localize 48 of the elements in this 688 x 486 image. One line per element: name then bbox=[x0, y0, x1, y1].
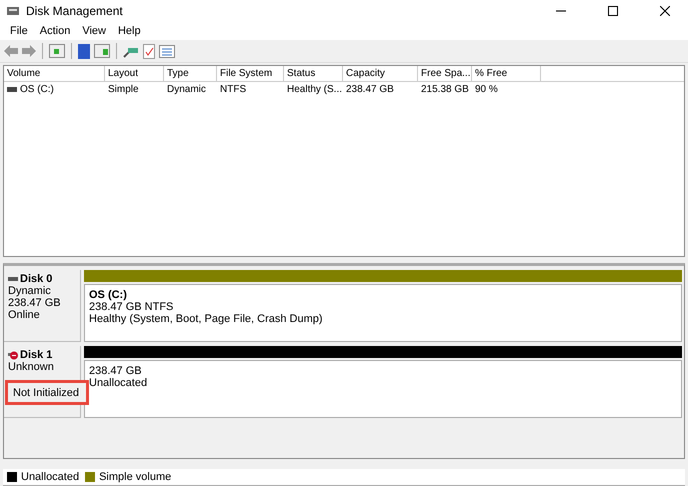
column-header[interactable]: Status bbox=[284, 66, 343, 81]
drive-icon bbox=[7, 87, 17, 92]
disk-drive-icon bbox=[6, 5, 20, 17]
properties-icon[interactable] bbox=[94, 44, 110, 58]
forward-arrow-icon[interactable] bbox=[22, 45, 36, 57]
list-icon[interactable] bbox=[159, 44, 175, 58]
menu-item[interactable]: File bbox=[4, 25, 34, 37]
partition-detail: 238.47 GB NTFS bbox=[89, 301, 174, 313]
table-cell-text: 238.47 GB bbox=[345, 83, 395, 97]
close-icon bbox=[660, 6, 670, 16]
disk-detail: 238.47 GB bbox=[8, 297, 62, 309]
disk-error-icon bbox=[8, 350, 18, 360]
console-tree-icon[interactable] bbox=[49, 44, 65, 58]
legend-label: Simple volume bbox=[99, 471, 172, 483]
disk-detail: Online bbox=[8, 309, 41, 321]
disk-detail: Unknown bbox=[8, 361, 55, 373]
partition-detail: Healthy (System, Boot, Page File, Crash Dump) bbox=[89, 313, 324, 325]
menu-item[interactable]: Help bbox=[112, 25, 147, 37]
table-cell-text: 215.38 GB bbox=[420, 83, 470, 97]
window-title: Disk Management bbox=[26, 4, 123, 18]
table-cell-text: Dynamic bbox=[166, 83, 207, 97]
partition-detail: 238.47 GB bbox=[89, 365, 143, 377]
partition-detail: Unallocated bbox=[89, 377, 148, 389]
column-header[interactable]: % Free bbox=[472, 66, 541, 81]
table-cell-text: NTFS bbox=[219, 83, 248, 97]
column-header[interactable]: Volume bbox=[4, 66, 105, 81]
table-cell-text: Healthy (S... bbox=[286, 83, 343, 97]
checklist-icon[interactable] bbox=[143, 44, 155, 58]
disk-name: Disk 0 bbox=[20, 273, 52, 285]
disk-detail: Dynamic bbox=[8, 285, 52, 297]
column-header[interactable]: Free Spa... bbox=[418, 66, 472, 81]
back-arrow-icon[interactable] bbox=[4, 45, 18, 57]
table-cell: OS (C:) bbox=[4, 82, 105, 97]
menu-item[interactable]: Action bbox=[34, 25, 76, 37]
column-header[interactable]: Capacity bbox=[343, 66, 418, 81]
column-header[interactable]: Layout bbox=[105, 66, 164, 81]
menu-item[interactable]: View bbox=[76, 25, 112, 37]
legend-label: Unallocated bbox=[21, 471, 80, 483]
disk-name: Disk 1 bbox=[20, 349, 52, 361]
partition-block[interactable]: 238.47 GB Unallocated bbox=[84, 360, 682, 418]
table-cell-text: Simple bbox=[107, 83, 140, 97]
maximize-icon bbox=[608, 6, 618, 16]
column-header[interactable]: File System bbox=[217, 66, 284, 81]
table-cell-text: 90 % bbox=[474, 83, 499, 97]
disk-status: Not Initialized bbox=[13, 387, 80, 399]
partition-title: OS (C:) bbox=[89, 289, 128, 301]
column-header[interactable]: Type bbox=[164, 66, 217, 81]
partition-block[interactable]: OS (C:) 238.47 GB NTFS Healthy (System, Boot, Page File, Crash Dump) bbox=[84, 284, 682, 342]
